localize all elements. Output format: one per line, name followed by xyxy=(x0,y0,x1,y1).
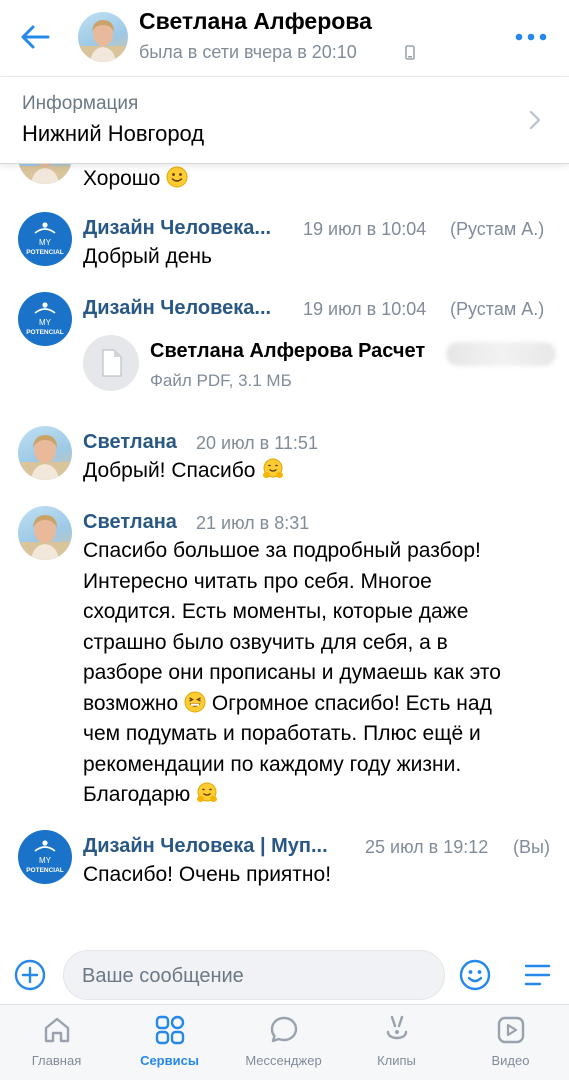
contact-name[interactable]: Светлана Алферова xyxy=(139,8,372,35)
message-time: 19 июл в 10:04 xyxy=(303,299,427,319)
message-composer: Ваше сообщение xyxy=(0,946,569,1004)
message-line: разборе они прописаны и думаешь как это xyxy=(83,661,501,684)
message-text: Хорошо xyxy=(83,164,188,195)
tab-messenger[interactable]: Мессенджер xyxy=(227,1005,340,1080)
sender-name[interactable]: Светлана xyxy=(83,511,177,534)
file-meta: Файл PDF, 3.1 МБ xyxy=(150,371,292,390)
message-text: Спасибо! Очень приятно! xyxy=(83,863,332,886)
back-button[interactable] xyxy=(18,22,52,52)
svg-text:POTENCIAL: POTENCIAL xyxy=(26,249,64,256)
message-time: 21 июл в 8:31 xyxy=(196,513,310,533)
menu-button[interactable] xyxy=(522,961,552,989)
message-time: 19 июл в 10:04 xyxy=(303,219,427,239)
tab-clips-label: Клипы xyxy=(377,1053,416,1068)
message-list[interactable]: Хорошо MY POTENCIAL Дизайн Человека... 1… xyxy=(0,164,569,946)
sender-avatar[interactable]: MY POTENCIAL xyxy=(18,830,72,884)
more-button[interactable] xyxy=(514,30,548,44)
svg-text:POTENCIAL: POTENCIAL xyxy=(26,329,64,336)
hugging-face-icon xyxy=(262,458,283,478)
file-attachment-button[interactable] xyxy=(83,335,139,391)
message: Хорошо xyxy=(0,164,569,200)
home-icon xyxy=(44,1017,70,1043)
sender-avatar[interactable] xyxy=(18,506,72,560)
services-icon xyxy=(155,1015,185,1045)
mobile-phone-icon xyxy=(405,45,415,60)
author-tag: (Рустам А.) xyxy=(450,299,545,319)
file-name[interactable]: Светлана Алферова Расчет xyxy=(150,340,425,363)
smile-icon xyxy=(459,959,491,991)
message-time: 25 июл в 19:12 xyxy=(365,837,489,857)
sender-avatar[interactable] xyxy=(18,164,72,184)
clips-icon xyxy=(386,1015,408,1040)
sender-avatar[interactable]: MY POTENCIAL xyxy=(18,212,72,266)
plus-circle-icon xyxy=(14,959,46,991)
svg-text:MY: MY xyxy=(39,318,52,327)
slightly-smiling-face-icon xyxy=(166,166,188,188)
tab-clips[interactable]: Клипы xyxy=(340,1005,453,1080)
tab-home[interactable]: Главная xyxy=(0,1005,113,1080)
message-input-placeholder: Ваше сообщение xyxy=(82,965,244,987)
message-line: Спасибо большое за подробный разбор! xyxy=(83,539,481,562)
tab-video-label: Видео xyxy=(491,1053,530,1068)
tab-services-label: Сервисы xyxy=(140,1053,199,1068)
message-line: возможно Огромное спасибо! Есть над xyxy=(83,691,492,715)
info-label: Информация xyxy=(22,93,139,114)
messenger-icon xyxy=(270,1016,298,1043)
message-line: сходится. Есть моменты, которые даже xyxy=(83,600,469,623)
author-tag: (Вы) xyxy=(513,837,550,857)
tab-video[interactable]: Видео xyxy=(454,1005,567,1080)
chat-header: Светлана Алферова была в сети вчера в 20… xyxy=(0,0,569,76)
bottom-tab-bar: Главная Сервисы Мессенджер Клипы Видео xyxy=(0,1004,569,1080)
svg-text:MY: MY xyxy=(39,856,52,865)
svg-text:MY: MY xyxy=(39,238,52,247)
message-text: Добрый день xyxy=(83,245,212,268)
redacted-text xyxy=(446,342,556,366)
author-tag: (Рустам А.) xyxy=(450,219,545,239)
svg-text:POTENCIAL: POTENCIAL xyxy=(26,867,64,874)
contact-avatar[interactable] xyxy=(78,12,128,62)
hugging-face-icon xyxy=(197,782,218,802)
message: MY POTENCIAL Дизайн Человека... 19 июл в… xyxy=(0,212,569,292)
sender-name[interactable]: Дизайн Человека... xyxy=(83,297,271,320)
info-bar[interactable]: Информация Нижний Новгород xyxy=(0,76,569,164)
sender-name[interactable]: Дизайн Человека... xyxy=(83,217,271,240)
info-value: Нижний Новгород xyxy=(22,121,205,146)
video-icon xyxy=(497,1016,525,1044)
message: Светлана 20 июл в 11:51 Добрый! Спасибо xyxy=(0,426,569,506)
message-time: 20 июл в 11:51 xyxy=(196,433,318,453)
sticker-button[interactable] xyxy=(459,959,491,991)
message-line: чем подумать и поработать. Плюс ещё и xyxy=(83,722,481,745)
sender-name[interactable]: Светлана xyxy=(83,431,177,454)
message: MY POTENCIAL Дизайн Человека | Myп... 25… xyxy=(0,830,569,910)
chevron-right-icon xyxy=(529,110,541,130)
message-text: Добрый! Спасибо xyxy=(83,456,284,487)
message: Светлана 21 июл в 8:31 Спасибо большое з… xyxy=(0,506,569,826)
more-horizontal-icon xyxy=(515,33,547,41)
message-line: Интересно читать про себя. Многое xyxy=(83,569,432,593)
attach-button[interactable] xyxy=(14,959,46,991)
message-line: страшно было озвучить для себя, а в xyxy=(83,630,448,654)
sender-avatar[interactable] xyxy=(18,426,72,480)
message-text: Спасибо большое за подробный разбор! Инт… xyxy=(83,536,501,811)
menu-lines-icon xyxy=(524,964,551,986)
contact-status: была в сети вчера в 20:10 xyxy=(139,42,357,62)
tab-messenger-label: Мессенджер xyxy=(245,1053,322,1068)
sender-avatar[interactable]: MY POTENCIAL xyxy=(18,292,72,346)
message-input[interactable]: Ваше сообщение xyxy=(63,950,445,1000)
grinning-squinting-face-icon xyxy=(184,691,206,712)
message-line: рекомендации по каждому году жизни. xyxy=(83,752,462,776)
document-icon xyxy=(102,349,122,377)
message-line: Благодарю xyxy=(83,780,501,811)
tab-services[interactable]: Сервисы xyxy=(113,1005,226,1080)
tab-home-label: Главная xyxy=(31,1053,82,1068)
message: MY POTENCIAL Дизайн Человека... 19 июл в… xyxy=(0,292,569,426)
arrow-left-icon xyxy=(21,25,50,49)
sender-name[interactable]: Дизайн Человека | Myп... xyxy=(83,835,328,858)
